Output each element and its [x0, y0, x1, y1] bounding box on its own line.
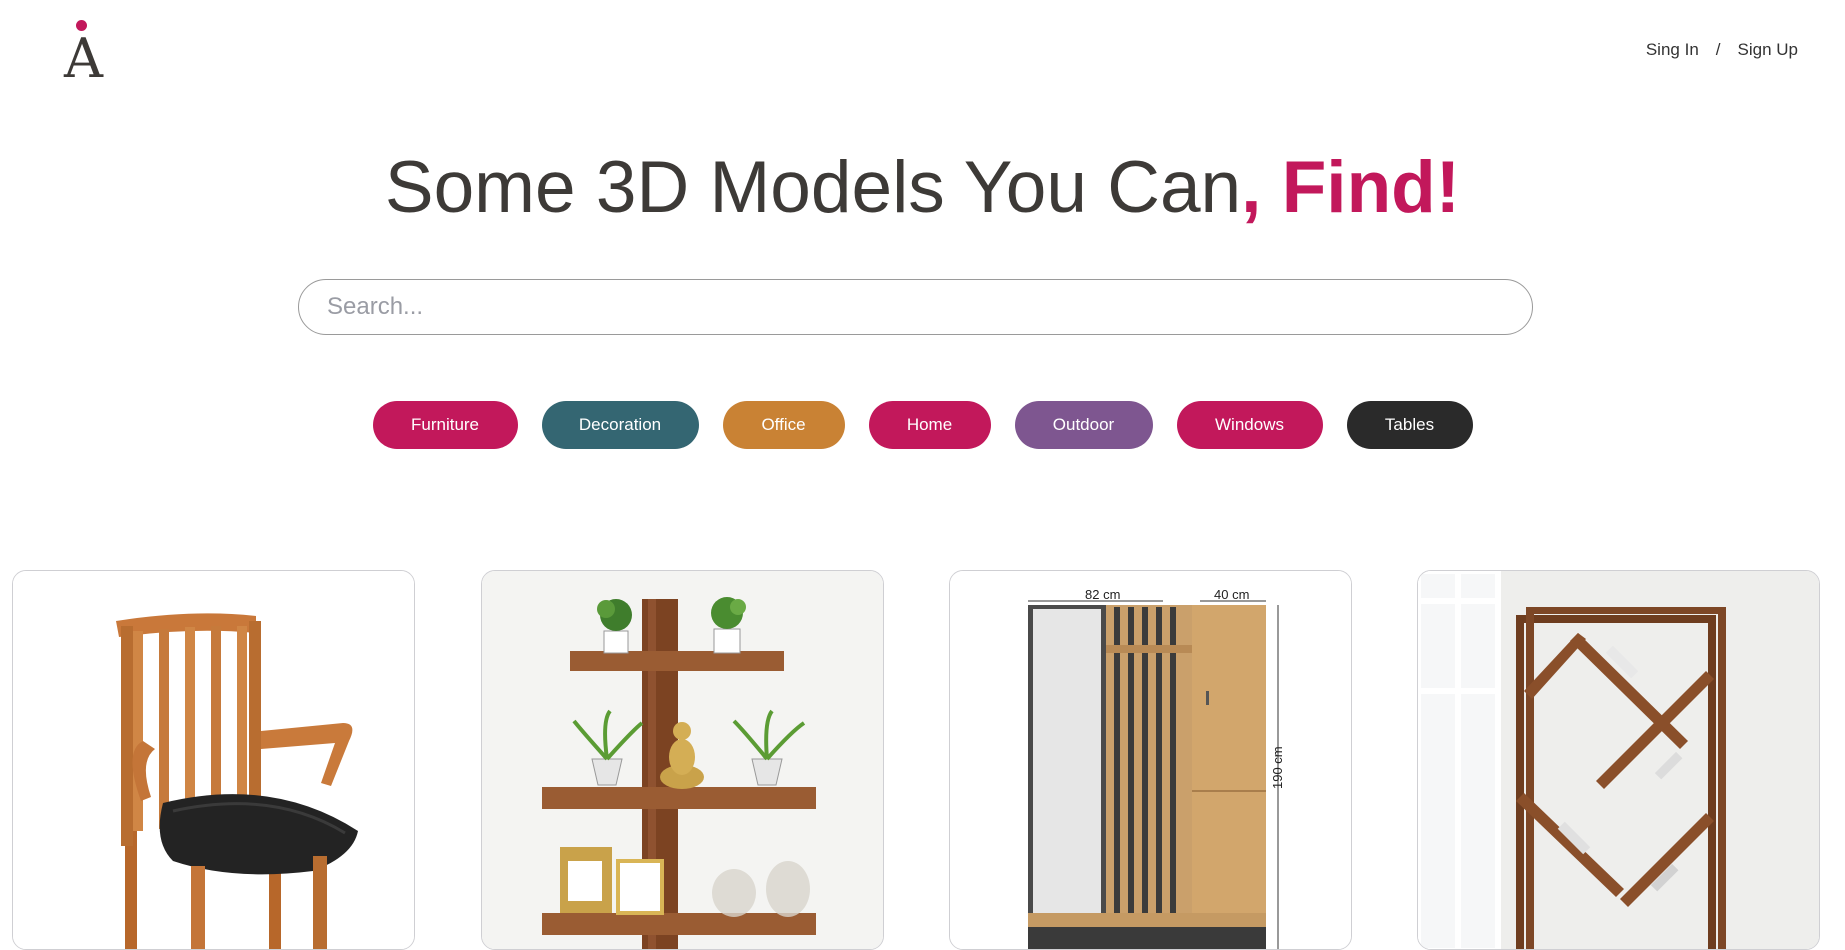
auth-separator: /	[1715, 40, 1721, 59]
category-office-button[interactable]: Office	[722, 401, 845, 449]
product-card-shelf[interactable]	[481, 570, 884, 950]
category-windows-button[interactable]: Windows	[1176, 401, 1323, 449]
category-list: Furniture Decoration Office Home Outdoor…	[0, 401, 1845, 449]
page-title-accent: , Find!	[1241, 147, 1461, 228]
diagonal-bookshelf-image	[1418, 571, 1819, 949]
logo-letter: A	[64, 27, 103, 90]
category-furniture-button[interactable]: Furniture	[372, 401, 518, 449]
sign-up-link[interactable]: Sign Up	[1738, 40, 1798, 60]
page-title: Some 3D Models You Can, Find!	[0, 146, 1845, 230]
plant-shelf-image	[482, 571, 883, 949]
category-home-button[interactable]: Home	[868, 401, 991, 449]
product-card-wardrobe[interactable]: 82 cm 40 cm 190 cm	[949, 570, 1352, 950]
category-tables-button[interactable]: Tables	[1346, 401, 1473, 449]
product-card-chair[interactable]	[12, 570, 415, 950]
search-input[interactable]	[298, 279, 1533, 335]
height-dimension-label: 190 cm	[1270, 746, 1285, 789]
category-outdoor-button[interactable]: Outdoor	[1014, 401, 1153, 449]
site-logo[interactable]: A	[62, 18, 118, 90]
category-decoration-button[interactable]: Decoration	[541, 401, 699, 449]
auth-links: Sing In / Sign Up	[1646, 40, 1798, 60]
product-card-bookshelf[interactable]	[1417, 570, 1820, 950]
width-dimension-label: 82 cm	[1085, 587, 1120, 602]
wooden-chair-image	[13, 571, 414, 949]
page-title-main: Some 3D Models You Can	[384, 147, 1242, 228]
sign-in-link[interactable]: Sing In	[1646, 40, 1699, 60]
hallway-wardrobe-image: 82 cm 40 cm 190 cm	[950, 571, 1351, 949]
depth-dimension-label: 40 cm	[1214, 587, 1249, 602]
